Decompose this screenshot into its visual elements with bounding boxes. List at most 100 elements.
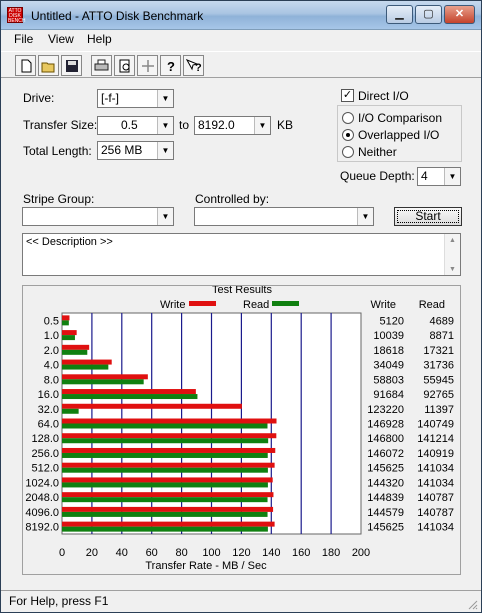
read-value: 140749 [417,419,454,431]
menu-view[interactable]: View [48,32,74,46]
total-length-select[interactable]: 256 MB ▼ [97,141,174,160]
overlapped-io-radio[interactable] [342,129,354,141]
read-value: 92765 [423,389,454,401]
status-bar: For Help, press F1 [1,590,481,612]
legend-read-label: Read [243,299,269,311]
x-tick-label: 60 [146,547,158,559]
read-bar [62,349,88,355]
to-label: to [179,118,190,132]
column-header-read: Read [419,299,445,311]
queue-depth-select[interactable]: 4 ▼ [417,167,461,186]
x-tick-label: 80 [175,547,187,559]
read-bar [62,408,79,414]
direct-io-checkbox[interactable]: ✓ [341,89,354,102]
io-comparison-radio[interactable] [342,112,354,124]
io-comparison-label: I/O Comparison [358,111,443,125]
close-button[interactable]: ✕ [444,5,475,24]
read-value: 31736 [423,360,454,372]
test-results-panel: Test Results Write Read Write Read 0 20 40 60 80 1… [22,284,461,575]
context-help-icon: ? [185,58,202,73]
help-icon: ? [167,59,175,73]
write-bar [62,330,77,336]
queue-depth-value: 4 [421,169,428,183]
write-value: 146800 [367,433,404,445]
description-textbox[interactable]: << Description >> ▲ ▼ [22,233,461,276]
y-tick-label: 8.0 [44,374,59,386]
write-bar [62,506,274,512]
chevron-down-icon: ▼ [157,117,173,134]
x-tick-label: 180 [322,547,340,559]
write-value: 146072 [367,448,404,460]
save-button[interactable] [61,55,82,76]
legend-write-swatch [189,301,216,306]
x-tick-label: 200 [352,547,370,559]
y-tick-label: 64.0 [38,419,59,431]
drive-value: [-f-] [101,91,119,105]
description-scrollbar[interactable]: ▲ ▼ [444,234,460,275]
title-bar[interactable]: ATTO DISK BENCH Untitled - ATTO Disk Ben… [1,1,481,30]
x-tick-label: 160 [292,547,310,559]
svg-text:?: ? [167,59,175,73]
atto-app-icon[interactable]: ATTO DISK BENCH [7,7,26,24]
write-value: 144839 [367,492,404,504]
write-bar [62,477,273,483]
y-tick-label: 2.0 [44,345,59,357]
y-tick-label: 0.5 [44,315,59,327]
open-icon [41,62,55,72]
x-tick-label: 120 [232,547,250,559]
help-button[interactable]: ? [160,55,181,76]
close-icon: ✕ [454,8,465,20]
write-value: 123220 [367,404,404,416]
resize-grip-icon[interactable] [466,598,478,610]
y-tick-label: 256.0 [31,448,59,460]
maximize-button[interactable]: ▢ [415,5,442,24]
read-bar [62,320,69,326]
transfer-size-to-value: 8192.0 [198,118,235,132]
write-bar [62,447,276,453]
transfer-size-to-select[interactable]: 8192.0 ▼ [194,116,271,135]
results-title: Test Results [212,286,272,296]
new-button[interactable] [15,55,36,76]
write-bar [62,389,196,395]
queue-depth-label: Queue Depth: [340,169,415,183]
minimize-button[interactable]: ▁ [386,5,413,24]
write-bar [62,344,90,350]
y-tick-label: 1024.0 [25,477,59,489]
write-bar [62,433,277,439]
transfer-size-label: Transfer Size: [23,118,98,132]
y-tick-label: 1.0 [44,330,59,342]
neither-radio[interactable] [342,146,354,158]
menu-file[interactable]: File [14,32,33,46]
results-chart: Test Results Write Read Write Read 0 20 40 60 80 1… [25,284,454,572]
drive-select[interactable]: [-f-] ▼ [97,89,174,108]
read-bar [62,452,268,458]
y-tick-label: 4.0 [44,360,59,372]
move-button[interactable] [137,55,158,76]
read-bar [62,335,75,341]
start-button[interactable]: Start [394,207,462,226]
stripe-group-select[interactable]: ▼ [22,207,174,226]
read-value: 140919 [417,448,454,460]
print-icon [94,59,109,70]
open-button[interactable] [38,55,59,76]
read-bar [62,482,268,488]
print-button[interactable] [91,55,112,76]
total-length-value: 256 MB [101,143,143,157]
y-tick-label: 512.0 [31,463,59,475]
new-icon [21,59,31,72]
controlled-by-select[interactable]: ▼ [194,207,374,226]
context-help-button[interactable]: ? [183,55,204,76]
chevron-down-icon: ▼ [157,142,173,159]
transfer-size-from-select[interactable]: 0.5 ▼ [97,116,174,135]
window-title: Untitled - ATTO Disk Benchmark [31,9,204,23]
save-icon [65,59,78,72]
print-preview-button[interactable] [114,55,135,76]
write-bar [62,492,274,498]
write-value: 10039 [373,330,404,342]
controlled-by-label: Controlled by: [195,192,270,206]
menu-help[interactable]: Help [87,32,112,46]
svg-text:?: ? [195,62,202,73]
read-value: 17321 [423,345,454,357]
kb-label: KB [277,118,294,132]
status-text: For Help, press F1 [9,594,109,608]
